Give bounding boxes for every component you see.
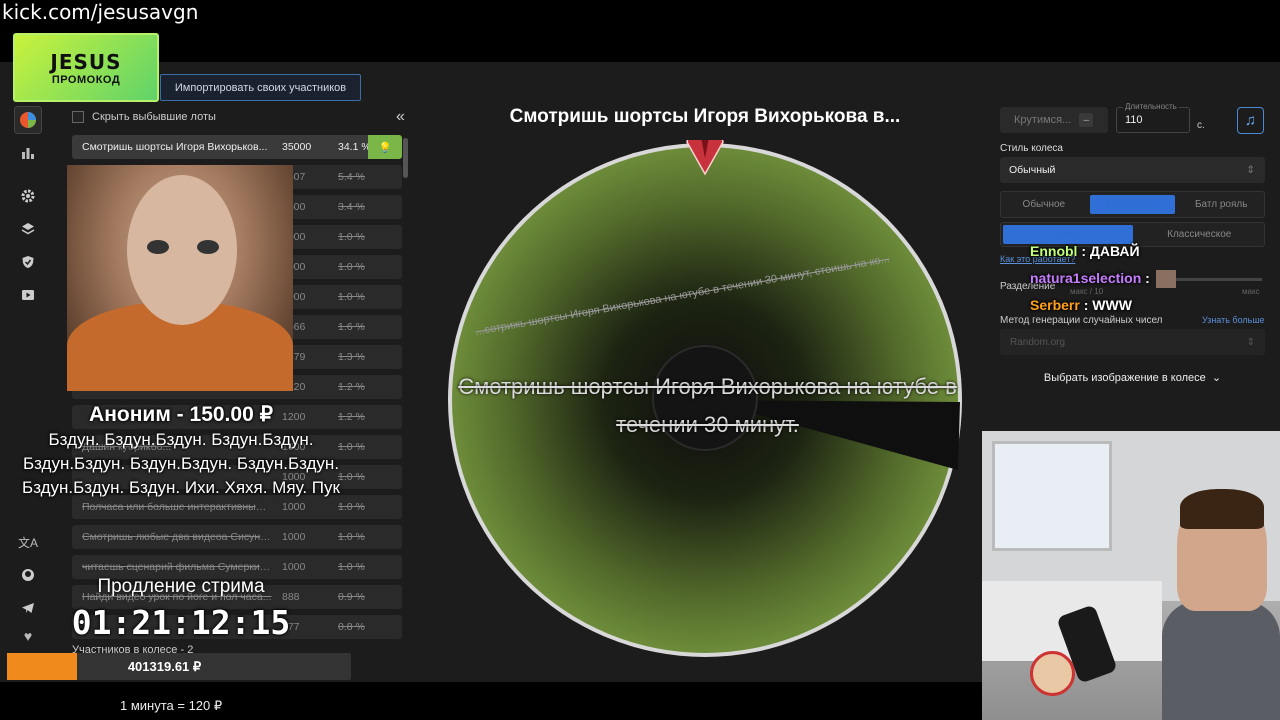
division-max-right: макс bbox=[1242, 287, 1260, 296]
lot-percent: 1.3 % bbox=[338, 351, 365, 363]
wheel-style-select[interactable]: Обычный ⇕ bbox=[1000, 157, 1265, 183]
lot-percent: 1.0 % bbox=[338, 561, 365, 573]
wheel-title: Смотришь шортсы Игоря Вихорькова в... bbox=[509, 106, 901, 127]
lot-percent: 5.4 % bbox=[338, 171, 365, 183]
chat-message: natura1selection : bbox=[1030, 270, 1176, 289]
lot-percent: 3.4 % bbox=[338, 201, 365, 213]
donation-name: Аноним - 150.00 ₽ bbox=[89, 403, 273, 426]
extension-label: Продление стрима bbox=[97, 576, 265, 597]
lots-header: Скрыть выбывшие лоты bbox=[70, 106, 410, 128]
lot-percent: 1.0 % bbox=[338, 291, 365, 303]
webcam-donor bbox=[67, 165, 293, 391]
rate-text: 1 минута = 120 ₽ bbox=[120, 698, 223, 713]
donation-message: Бздун. Бздун.Бздун. Бздун.Бздун. Бздун.Б… bbox=[22, 430, 340, 497]
import-participants-button[interactable]: Импортировать своих участников bbox=[160, 74, 361, 101]
lot-percent: 1.0 % bbox=[338, 261, 365, 273]
tab-classic[interactable]: Классическое bbox=[1135, 223, 1265, 246]
lot-title: Смотришь шортсы Игоря Вихорьков... bbox=[82, 141, 268, 153]
chat-user: Ennobl bbox=[1030, 243, 1078, 259]
rng-method-value: Random.org bbox=[1010, 336, 1066, 348]
chevron-updown-icon: ⇕ bbox=[1246, 164, 1255, 176]
settings-icon[interactable] bbox=[14, 182, 42, 210]
lot-amount: 35000 bbox=[282, 141, 312, 153]
image-select-toggle[interactable]: Выбрать изображение в колесе ⌄ bbox=[1000, 371, 1265, 384]
webcam-streamer bbox=[982, 431, 1280, 720]
promo-title: JESUS bbox=[50, 49, 122, 74]
lot-amount: 1000 bbox=[282, 561, 306, 573]
hide-eliminated-row[interactable]: Скрыть выбывшие лоты bbox=[70, 106, 410, 128]
hide-eliminated-label: Скрыть выбывшие лоты bbox=[92, 111, 216, 123]
lot-percent: 1.6 % bbox=[338, 321, 365, 333]
wheel-icon[interactable] bbox=[14, 106, 42, 134]
extension-timer: 01:21:12:15 bbox=[71, 603, 291, 642]
tab-normal[interactable]: Обычное bbox=[1001, 192, 1087, 217]
chat-message: Serberr : WWW bbox=[1030, 297, 1132, 313]
tab-battle-royale[interactable]: Батл рояль bbox=[1178, 192, 1264, 217]
emote-icon bbox=[1155, 270, 1176, 289]
wheel-style-value: Обычный bbox=[1009, 164, 1056, 176]
lot-percent: 1.0 % bbox=[338, 531, 365, 543]
lot-amount: 1000 bbox=[282, 501, 306, 513]
chat-user: natura1selection bbox=[1030, 270, 1142, 286]
lot-percent: 1.0 % bbox=[338, 501, 365, 513]
music-icon[interactable]: ♫ bbox=[1237, 107, 1264, 134]
stats-icon[interactable] bbox=[14, 139, 42, 167]
translate-icon[interactable]: 文A bbox=[14, 528, 42, 556]
duration-label: Длительность bbox=[1123, 102, 1179, 111]
mode-tabs: Обычное Выбывание Батл рояль bbox=[1000, 191, 1265, 218]
chat-user: Serberr bbox=[1030, 297, 1080, 313]
image-select-label: Выбрать изображение в колесе bbox=[1043, 372, 1206, 384]
lot-row[interactable]: Смотришь шортсы Игоря Вихорьков... 35000 3… bbox=[72, 135, 402, 159]
total-bar-fill bbox=[7, 653, 77, 680]
wheel-center-text: Смотришь шортсы Игоря Вихорькова на ютуб… bbox=[458, 374, 957, 437]
hide-eliminated-checkbox[interactable] bbox=[72, 111, 84, 123]
learn-more-link[interactable]: Узнать больше bbox=[1202, 315, 1265, 325]
lot-amount: 1000 bbox=[282, 531, 306, 543]
spin-button[interactable]: Крутимся... – bbox=[1000, 107, 1108, 133]
spin-label: Крутимся... bbox=[1014, 114, 1072, 126]
lots-scrollbar[interactable] bbox=[403, 138, 408, 178]
stream-url: kick.com/jesusavgn bbox=[2, 0, 199, 24]
chat-text: ДАВАЙ bbox=[1089, 243, 1140, 259]
division-max-left: макс / 10 bbox=[1070, 287, 1104, 296]
chevron-down-icon: ⌄ bbox=[1208, 372, 1222, 384]
promo-badge: JESUS ПРОМОКОД bbox=[13, 33, 159, 102]
lot-title: Полчаса или больше интерактивные и... bbox=[82, 501, 272, 513]
chat-message: Ennobl : ДАВАЙ bbox=[1030, 243, 1140, 259]
chevron-updown-icon: ⇕ bbox=[1246, 336, 1255, 348]
lot-title: читаешь сценарий фильма Сумерки и... bbox=[82, 561, 272, 573]
wheel-style-label: Стиль колеса bbox=[1000, 143, 1063, 154]
lot-title: Смотришь любые два видеоа Сисуна... bbox=[82, 531, 272, 543]
spin-dash: – bbox=[1079, 113, 1094, 127]
division-slider[interactable] bbox=[1170, 278, 1262, 281]
lot-row[interactable]: Смотришь любые два видеоа Сисуна... 1000 1… bbox=[72, 525, 402, 549]
rng-method-select[interactable]: Random.org ⇕ bbox=[1000, 329, 1265, 355]
sidebar-tools bbox=[14, 182, 44, 314]
lot-percent: 1.2 % bbox=[338, 381, 365, 393]
tab-new[interactable]: Новое bbox=[1003, 225, 1133, 244]
collapse-icon[interactable]: « bbox=[396, 108, 405, 126]
total-amount: 401319.61 ₽ bbox=[127, 658, 202, 674]
tab-elimination[interactable]: Выбывание bbox=[1089, 195, 1176, 214]
rng-method-label: Метод генерации случайных чисел bbox=[1000, 315, 1163, 326]
lightbulb-icon[interactable]: 💡 bbox=[368, 135, 402, 159]
promo-subtitle: ПРОМОКОД bbox=[51, 73, 121, 86]
video-icon[interactable] bbox=[14, 281, 42, 309]
duration-unit: с. bbox=[1197, 120, 1205, 131]
shield-icon[interactable] bbox=[14, 248, 42, 276]
chat-text: WWW bbox=[1092, 297, 1132, 313]
sidebar bbox=[14, 106, 44, 172]
lot-percent: 1.0 % bbox=[338, 231, 365, 243]
layers-icon[interactable] bbox=[14, 215, 42, 243]
